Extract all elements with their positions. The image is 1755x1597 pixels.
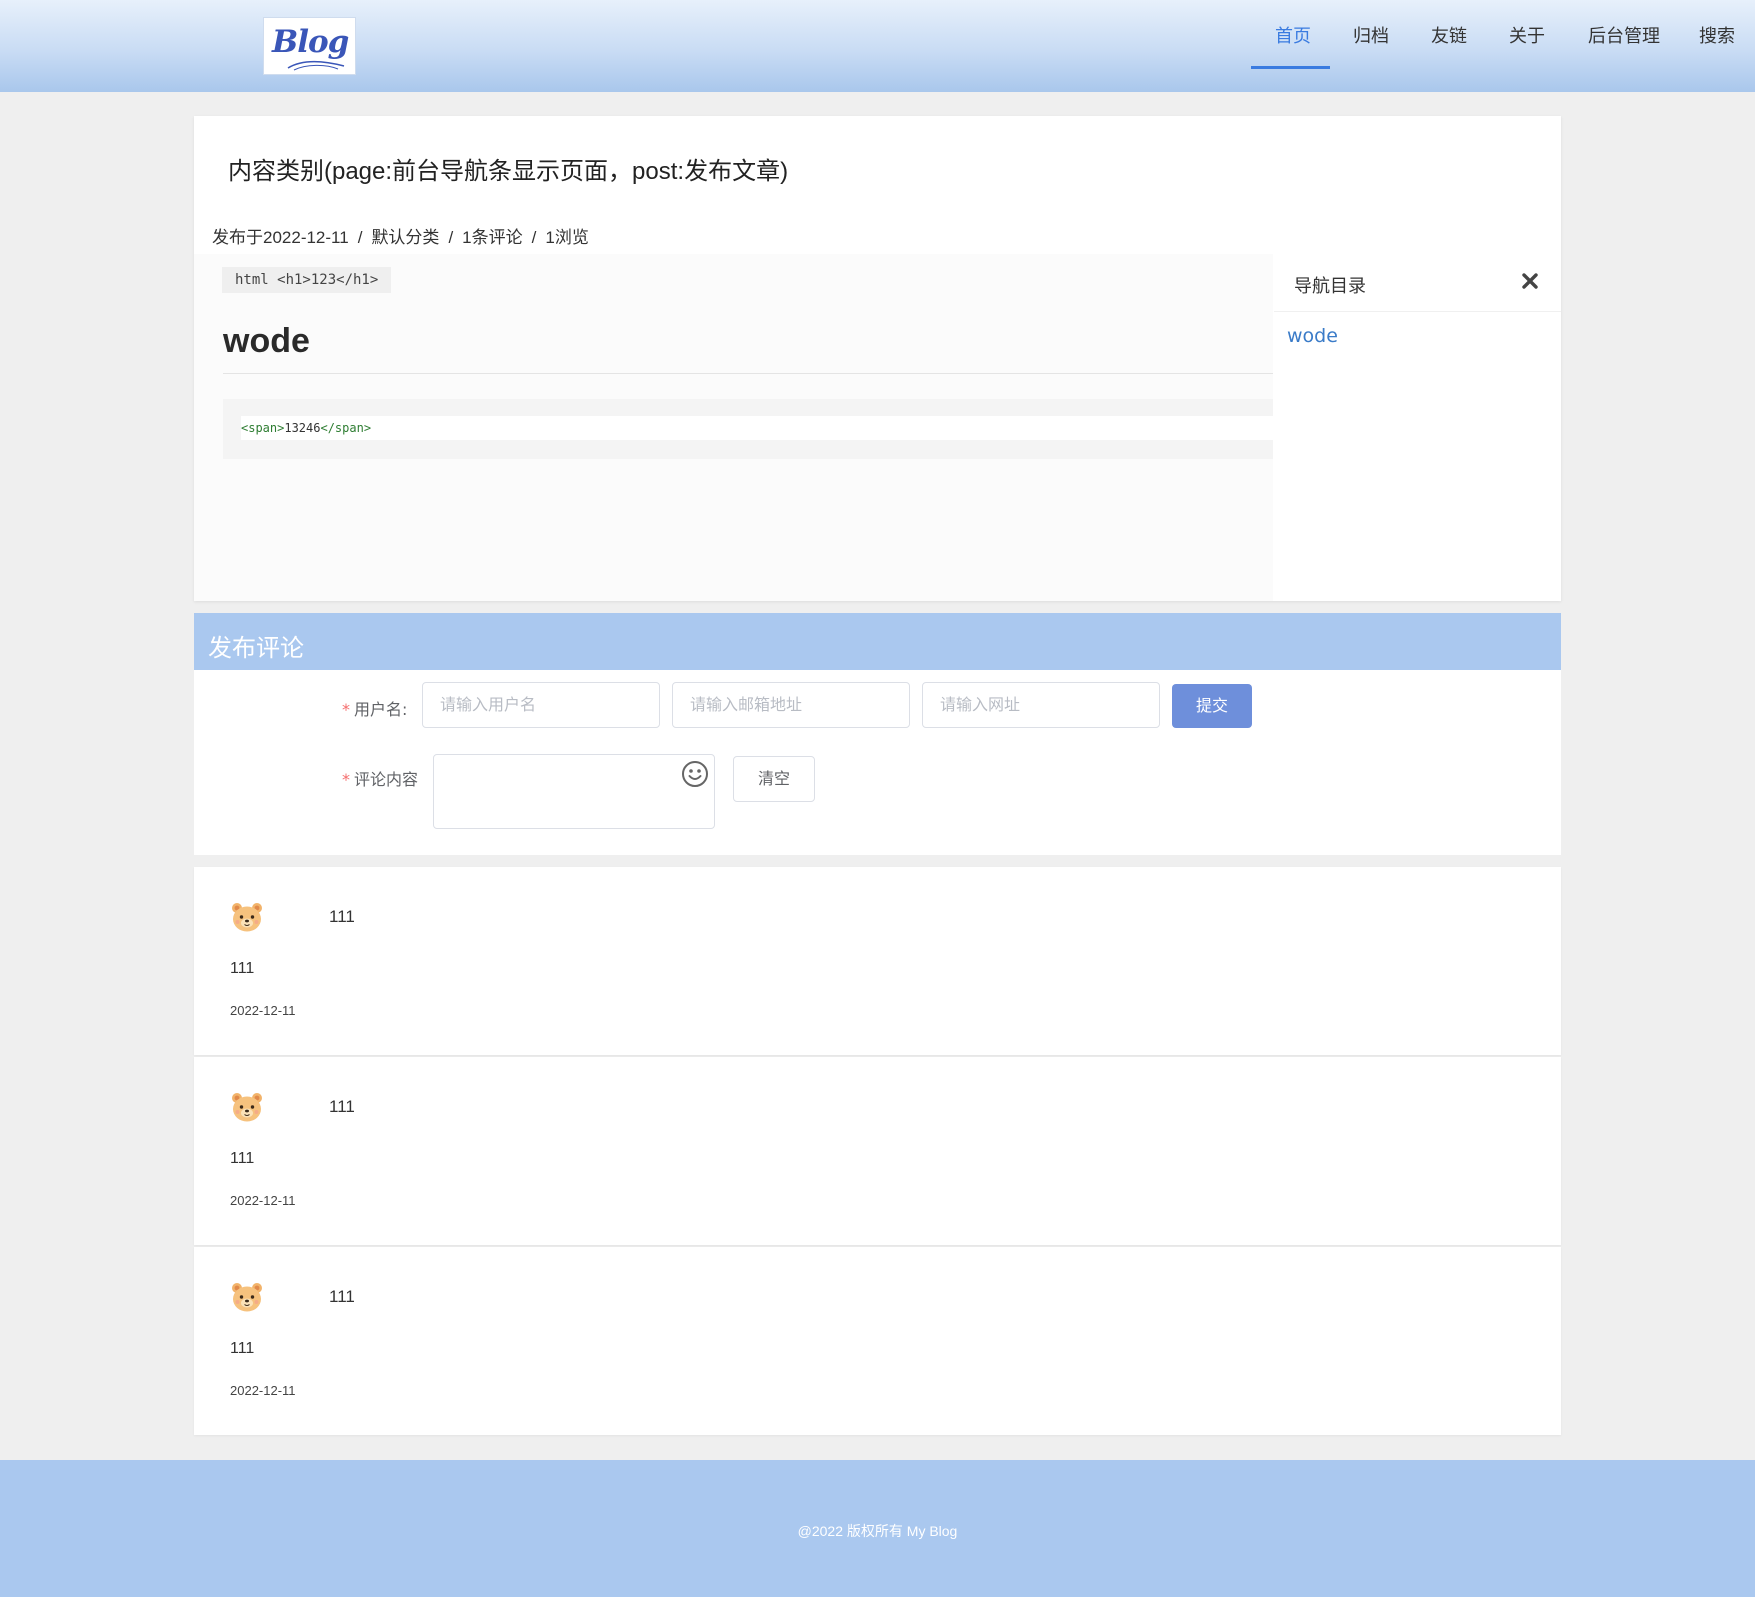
content-label-text: 评论内容: [354, 770, 419, 789]
site-header: Blog 首页 归档 友链 关于 后台管理 搜索: [0, 0, 1755, 92]
comment-textarea[interactable]: [433, 754, 715, 829]
code-open-tag: <span>: [241, 421, 285, 435]
nav-item-archive[interactable]: 归档: [1353, 22, 1389, 68]
comment-date: 2022-12-11: [230, 1003, 296, 1018]
article-meta: 发布于2022-12-11 / 默认分类 / 1条评论 / 1浏览: [212, 223, 589, 248]
article-title: 内容类别(page:前台导航条显示页面，post:发布文章): [228, 158, 789, 185]
toc-panel: 导航目录 wode: [1274, 254, 1561, 601]
comment-item: 111 111 2022-12-11: [194, 1247, 1561, 1435]
site-footer: @2022 版权所有 My Blog: [0, 1460, 1755, 1597]
username-input[interactable]: 请输入用户名: [422, 682, 660, 728]
comment-list: 111 111 2022-12-11 111 111 2022-12-11 11…: [194, 867, 1561, 1437]
bear-avatar-icon: [232, 1283, 262, 1312]
website-input[interactable]: 请输入网址: [922, 682, 1160, 728]
content-label: * 评论内容: [342, 766, 418, 790]
comment-date: 2022-12-11: [230, 1383, 296, 1398]
nav-item-about[interactable]: 关于: [1509, 22, 1545, 68]
email-input[interactable]: 请输入邮箱地址: [672, 682, 910, 728]
meta-separator: /: [531, 228, 537, 247]
meta-separator: /: [357, 228, 363, 247]
meta-published: 发布于2022-12-11: [212, 228, 349, 247]
meta-views: 1浏览: [545, 228, 589, 247]
code-block: <span>13246</span>: [223, 399, 1273, 459]
article-card: 内容类别(page:前台导航条显示页面，post:发布文章) 发布于2022-1…: [194, 116, 1561, 601]
username-label: * 用户名:: [342, 696, 407, 720]
nav-item-search[interactable]: 搜索: [1699, 22, 1735, 68]
comment-form-header: 发布评论: [194, 613, 1561, 670]
inline-code: html <h1>123</h1>: [222, 267, 392, 293]
meta-category[interactable]: 默认分类: [371, 228, 439, 247]
bear-avatar-icon: [232, 1093, 262, 1122]
comment-date: 2022-12-11: [230, 1193, 296, 1208]
bear-avatar-icon: [232, 903, 262, 932]
nav-item-links[interactable]: 友链: [1431, 22, 1467, 68]
comment-author: 111: [230, 1340, 255, 1357]
comment-content: 111: [329, 907, 355, 926]
content-heading: wode: [223, 322, 310, 360]
comment-form: 发布评论 * 用户名: 请输入用户名 请输入邮箱地址 请输入网址 提交 * 评论内容…: [194, 613, 1561, 855]
close-icon[interactable]: [1521, 268, 1539, 296]
logo-text: Blog: [272, 24, 349, 60]
comment-item: 111 111 2022-12-11: [194, 1057, 1561, 1245]
meta-separator: /: [448, 228, 454, 247]
code-text: 13246: [284, 421, 321, 435]
comment-content: 111: [329, 1287, 355, 1306]
heading-divider: [223, 373, 1273, 374]
comment-form-title: 发布评论: [208, 634, 304, 662]
comment-author: 111: [230, 960, 255, 977]
meta-comments: 1条评论: [462, 228, 523, 247]
nav-active-underline: [1251, 66, 1330, 69]
logo-swoosh-icon: [287, 60, 345, 71]
nav-item-home[interactable]: 首页: [1275, 22, 1311, 68]
close-icon-glyph: [1522, 273, 1538, 289]
username-label-text: 用户名:: [354, 700, 408, 719]
required-mark: *: [342, 700, 350, 719]
required-mark: *: [342, 770, 350, 789]
site-logo[interactable]: Blog: [263, 17, 356, 75]
comment-item: 111 111 2022-12-11: [194, 867, 1561, 1055]
smile-icon[interactable]: [681, 760, 709, 788]
footer-copyright: @2022 版权所有 My Blog: [797, 1523, 958, 1539]
toc-item-wode[interactable]: wode: [1287, 325, 1338, 347]
code-line: <span>13246</span>: [241, 416, 1273, 440]
toc-title: 导航目录: [1294, 276, 1366, 297]
nav-item-admin[interactable]: 后台管理: [1588, 22, 1660, 68]
comment-author: 111: [230, 1150, 255, 1167]
toc-header: 导航目录: [1274, 254, 1561, 312]
clear-button[interactable]: 清空: [733, 756, 815, 802]
submit-button[interactable]: 提交: [1172, 684, 1252, 728]
comment-content: 111: [329, 1097, 355, 1116]
article-content: html <h1>123</h1> wode <span>13246</span…: [194, 254, 1273, 601]
code-close-tag: </span>: [320, 421, 372, 435]
